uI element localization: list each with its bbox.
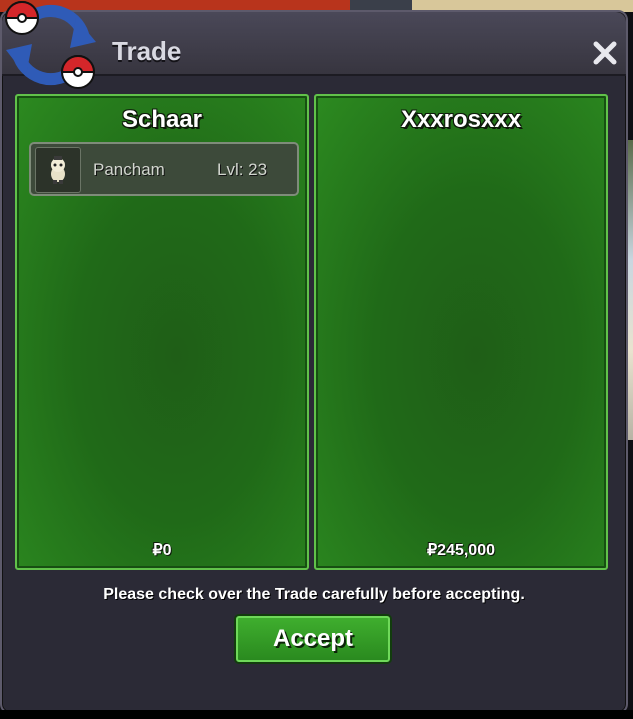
trade-pokeball-arrows-icon	[4, 1, 96, 89]
offered-pokemon-entry[interactable]: Pancham Lvl: 23	[29, 142, 299, 196]
close-icon[interactable]	[590, 38, 620, 68]
trade-notice: Please check over the Trade carefully be…	[103, 586, 525, 603]
pokemon-name: Pancham	[93, 160, 165, 179]
title-bar[interactable]: Trade	[2, 1, 626, 89]
my-player-name: Schaar	[121, 106, 203, 133]
pokemon-icon-box	[35, 147, 81, 193]
partner-money-offer: ₽245,000	[426, 542, 495, 559]
accept-button[interactable]: Accept	[236, 616, 390, 662]
pancham-sprite-icon	[51, 156, 65, 184]
window-title: Trade	[112, 36, 182, 66]
my-offer-panel: Schaar Pancham Lvl: 23 ₽0	[15, 94, 309, 570]
trade-window: Trade Schaar Pancham Lvl: 23 ₽0 Xxxrosxx…	[0, 1, 628, 714]
partner-player-name: Xxxrosxxx	[400, 106, 522, 133]
background-bottom-bar	[0, 710, 633, 719]
pokemon-level: Lvl: 23	[217, 160, 268, 179]
my-money-offer: ₽0	[152, 542, 172, 559]
partner-offer-panel: Xxxrosxxx ₽245,000	[314, 94, 608, 570]
